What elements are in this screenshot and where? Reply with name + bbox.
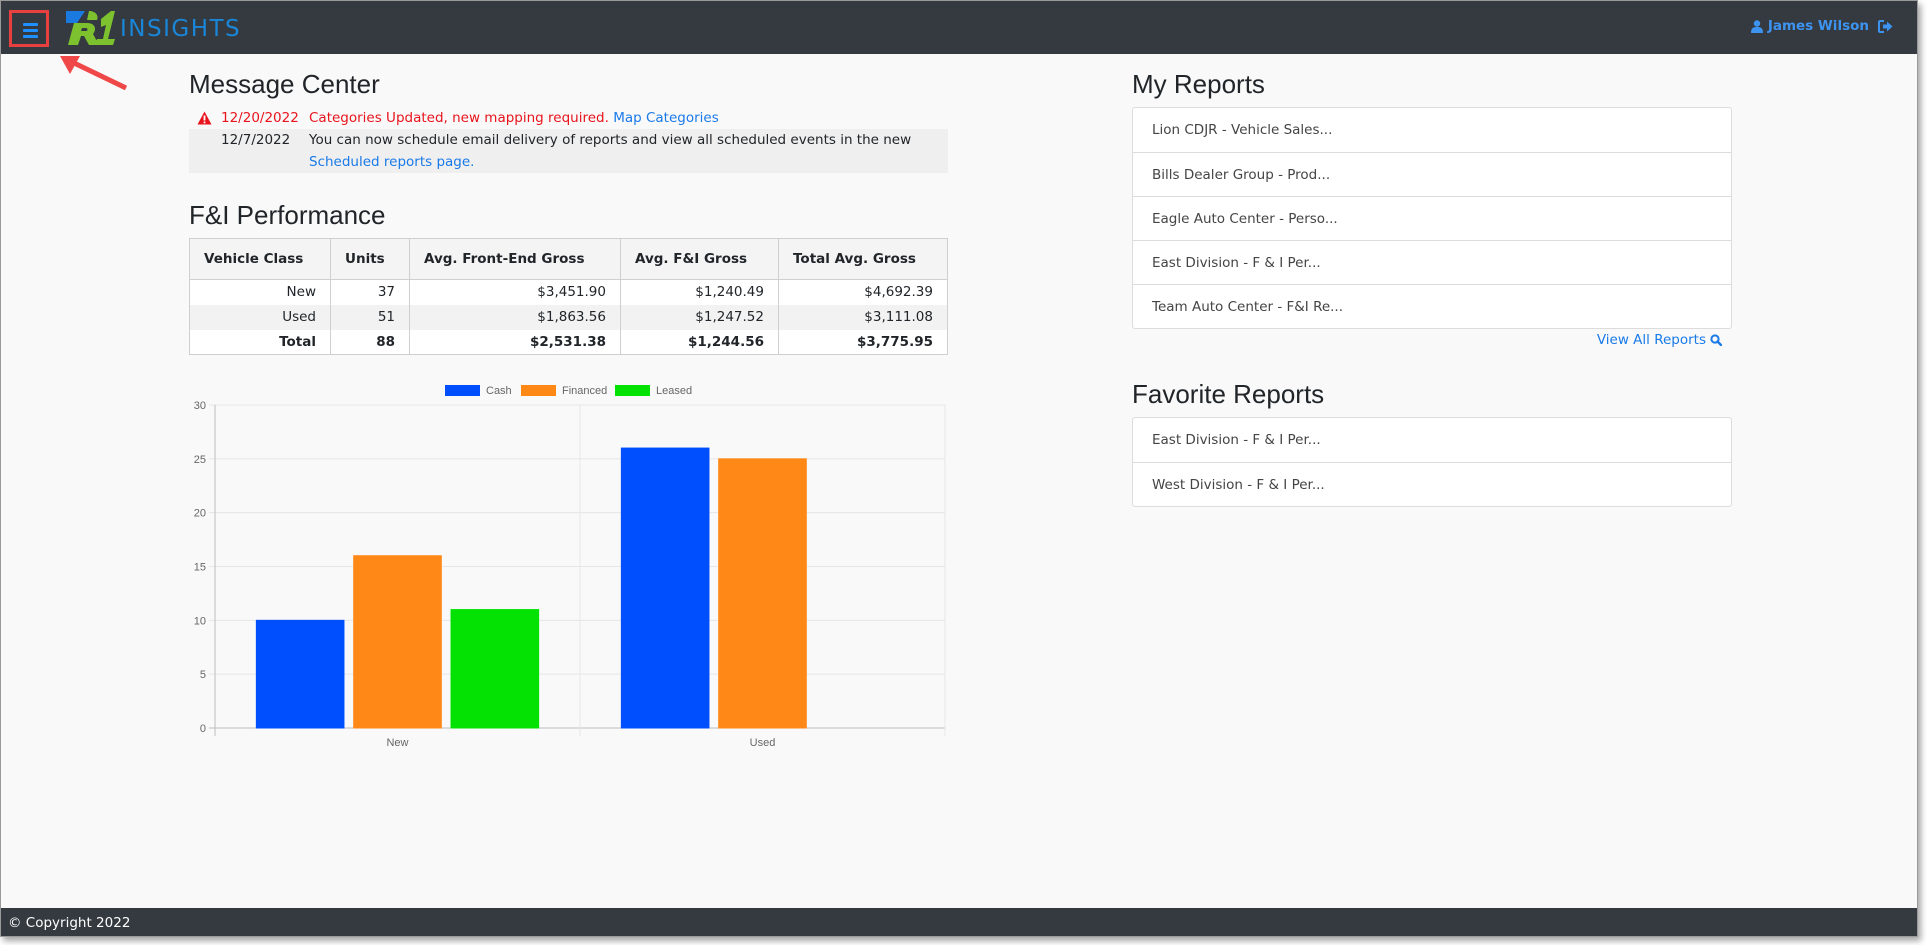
y-tick-label: 10 — [194, 615, 206, 627]
brand-name: INSIGHTS — [120, 16, 242, 42]
my-reports-list: Lion CDJR - Vehicle Sales... Bills Dealer… — [1132, 107, 1732, 329]
y-tick-label: 15 — [194, 562, 206, 574]
brand-logo[interactable]: INSIGHTS — [65, 9, 241, 47]
bar-cash-used[interactable] — [620, 447, 710, 729]
app-window: INSIGHTS James Wilson Message Center 12/… — [0, 0, 1918, 937]
report-list-item[interactable]: Lion CDJR - Vehicle Sales... — [1133, 108, 1731, 152]
report-list-item[interactable]: Eagle Auto Center - Perso... — [1133, 196, 1731, 240]
column-header[interactable]: Avg. Front-End Gross — [409, 238, 621, 280]
sign-out-icon[interactable] — [1878, 19, 1893, 33]
search-icon — [1710, 334, 1722, 346]
front-end-gross-cell: $3,451.90 — [409, 279, 621, 305]
table-row: Used 51 $1,863.56 $1,247.52 $3,111.08 — [189, 304, 948, 330]
report-list-item[interactable]: East Division - F & I Per... — [1133, 418, 1731, 462]
favorite-reports-list: East Division - F & I Per... West Divisio… — [1132, 417, 1732, 507]
y-tick-label: 25 — [194, 454, 206, 466]
units-cell: 88 — [330, 329, 410, 355]
y-tick-label: 30 — [194, 400, 206, 412]
annotation-arrow-icon — [60, 56, 128, 91]
legend-swatch-cash[interactable] — [445, 385, 480, 396]
message-center-list: 12/20/2022 Categories Updated, new mappi… — [189, 107, 948, 173]
x-tick-label: Used — [750, 737, 776, 749]
y-tick-label: 5 — [200, 669, 206, 681]
bar-leased-new[interactable] — [450, 609, 540, 729]
y-tick-label: 0 — [200, 723, 206, 735]
units-cell: 51 — [330, 304, 410, 330]
fi-gross-cell: $1,244.56 — [620, 329, 779, 355]
message-date: 12/20/2022 — [221, 110, 299, 126]
column-header[interactable]: Vehicle Class — [189, 238, 331, 280]
report-list-item[interactable]: Bills Dealer Group - Prod... — [1133, 152, 1731, 196]
fi-gross-cell: $1,240.49 — [620, 279, 779, 305]
report-list-item[interactable]: East Division - F & I Per... — [1133, 240, 1731, 284]
report-list-item[interactable]: Team Auto Center - F&I Re... — [1133, 284, 1731, 328]
message-date: 12/7/2022 — [221, 132, 291, 148]
top-navbar: INSIGHTS James Wilson — [1, 1, 1917, 54]
column-header[interactable]: Avg. F&I Gross — [620, 238, 779, 280]
x-tick-label: New — [386, 737, 408, 749]
view-all-label: View All Reports — [1596, 332, 1706, 348]
footer: © Copyright 2022 — [1, 908, 1917, 936]
message-text: You can now schedule email delivery of r… — [309, 132, 912, 148]
view-all-reports-link[interactable]: View All Reports — [1597, 332, 1722, 348]
total-gross-cell: $4,692.39 — [778, 279, 948, 305]
fi-gross-cell: $1,247.52 — [620, 304, 779, 330]
user-menu[interactable]: James Wilson — [1750, 18, 1893, 34]
vehicle-class-cell: Used — [189, 304, 331, 330]
deal-type-bar-chart: 0 5 10 15 20 25 30 New Used Cash Financed Leased — [194, 385, 946, 749]
map-categories-link[interactable]: Map Categories — [613, 110, 719, 126]
user-name: James Wilson — [1767, 18, 1869, 34]
vehicle-class-cell: New — [189, 279, 331, 305]
message-text: Categories Updated, new mapping required… — [309, 110, 609, 126]
legend-label-cash[interactable]: Cash — [486, 385, 512, 397]
table-header-row: Vehicle Class Units Avg. Front-End Gross… — [189, 238, 948, 280]
fi-performance-title: F&I Performance — [189, 200, 386, 230]
column-header[interactable]: Total Avg. Gross — [778, 238, 948, 280]
legend-label-financed[interactable]: Financed — [562, 385, 607, 397]
total-gross-cell: $3,111.08 — [778, 304, 948, 330]
my-reports-title: My Reports — [1132, 69, 1265, 99]
user-icon — [1750, 19, 1763, 33]
legend-swatch-financed[interactable] — [521, 385, 556, 396]
r1-logo-icon — [66, 11, 115, 45]
bar-cash-new[interactable] — [255, 619, 345, 729]
column-header[interactable]: Units — [330, 238, 410, 280]
bar-financed-new[interactable] — [353, 555, 442, 729]
units-cell: 37 — [330, 279, 410, 305]
table-total-row: Total 88 $2,531.38 $1,244.56 $3,775.95 — [189, 329, 948, 355]
copyright-text: © Copyright 2022 — [8, 915, 131, 931]
legend-swatch-leased[interactable] — [615, 385, 650, 396]
scheduled-reports-link[interactable]: Scheduled reports page. — [309, 154, 474, 170]
front-end-gross-cell: $2,531.38 — [409, 329, 621, 355]
y-tick-label: 20 — [194, 508, 206, 520]
total-gross-cell: $3,775.95 — [778, 329, 948, 355]
warning-icon — [189, 107, 219, 129]
table-row: New 37 $3,451.90 $1,240.49 $4,692.39 — [189, 279, 948, 305]
message-center-title: Message Center — [189, 69, 380, 99]
fi-performance-table: Vehicle Class Units Avg. Front-End Gross… — [189, 238, 948, 355]
legend-label-leased[interactable]: Leased — [656, 385, 692, 397]
hamburger-menu-button[interactable] — [9, 10, 49, 47]
favorite-reports-title: Favorite Reports — [1132, 379, 1325, 409]
message-item: 12/7/2022 You can now schedule email del… — [189, 129, 948, 173]
front-end-gross-cell: $1,863.56 — [409, 304, 621, 330]
bar-financed-used[interactable] — [718, 458, 807, 729]
report-list-item[interactable]: West Division - F & I Per... — [1133, 462, 1731, 506]
hamburger-icon — [23, 23, 38, 26]
vehicle-class-cell: Total — [189, 329, 331, 355]
message-item: 12/20/2022 Categories Updated, new mappi… — [189, 107, 948, 129]
